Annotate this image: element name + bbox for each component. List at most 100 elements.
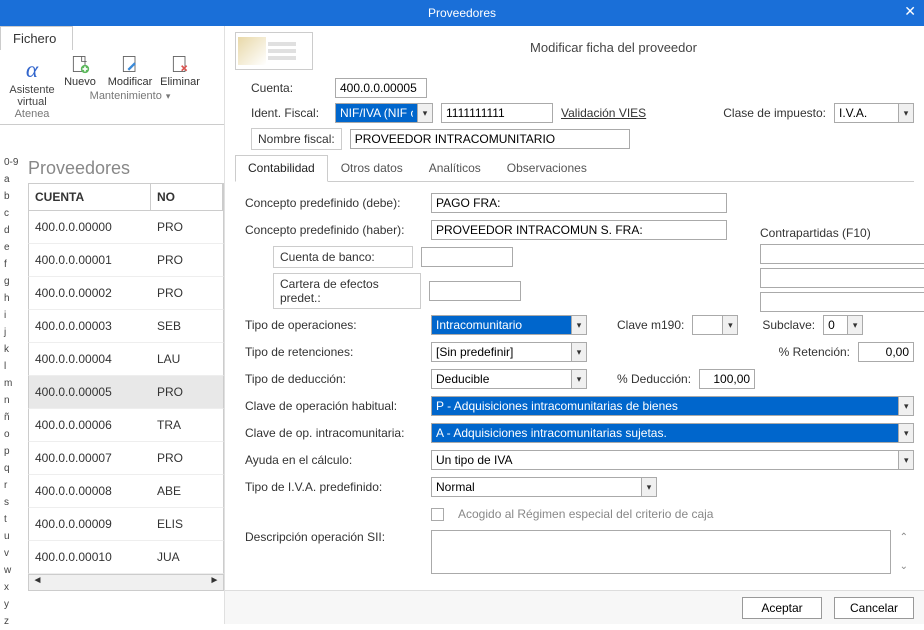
cartera-input[interactable] xyxy=(429,281,521,301)
alpha-g[interactable]: g xyxy=(4,273,24,290)
scroll-right-icon[interactable]: ► xyxy=(206,575,223,590)
table-row[interactable]: 400.0.0.00010JUA xyxy=(28,541,224,574)
alpha-c[interactable]: c xyxy=(4,205,24,222)
assistant-virtual-button[interactable]: α Asistente virtual Atenea xyxy=(8,54,56,120)
clave-hab-input[interactable] xyxy=(431,396,898,416)
alpha-w[interactable]: w xyxy=(4,562,24,579)
clave-intra-input[interactable] xyxy=(431,423,898,443)
chevron-down-icon[interactable]: ▾ xyxy=(641,477,657,497)
idfiscal-input[interactable] xyxy=(441,103,553,123)
alpha-a[interactable]: a xyxy=(4,171,24,188)
alpha-d[interactable]: d xyxy=(4,222,24,239)
pct-ded-input[interactable] xyxy=(699,369,755,389)
chevron-down-icon[interactable]: ▾ xyxy=(571,369,587,389)
alpha-b[interactable]: b xyxy=(4,188,24,205)
file-tab[interactable]: Fichero xyxy=(0,26,73,50)
cancel-button[interactable]: Cancelar xyxy=(834,597,914,619)
tipo-ded-combo[interactable]: ▾ xyxy=(431,369,587,389)
clave190-input[interactable] xyxy=(692,315,722,335)
alpha-p[interactable]: p xyxy=(4,443,24,460)
chevron-down-icon[interactable]: ▾ xyxy=(898,423,914,443)
tipo-op-input[interactable] xyxy=(431,315,571,335)
alpha-f[interactable]: f xyxy=(4,256,24,273)
logo-thumbnail[interactable] xyxy=(235,32,313,70)
chevron-down-icon[interactable]: ▾ xyxy=(166,91,171,101)
close-icon[interactable]: ✕ xyxy=(904,3,916,20)
chevron-down-icon[interactable]: ▾ xyxy=(898,450,914,470)
alpha-l[interactable]: l xyxy=(4,358,24,375)
scroll-left-icon[interactable]: ◄ xyxy=(29,575,46,590)
alpha-t[interactable]: t xyxy=(4,511,24,528)
ayuda-input[interactable] xyxy=(431,450,898,470)
table-row[interactable]: 400.0.0.00008ABE xyxy=(28,475,224,508)
cartera-label[interactable]: Cartera de efectos predet.: xyxy=(273,273,421,309)
subclave-combo[interactable]: ▾ xyxy=(823,315,863,335)
chevron-down-icon[interactable]: ▾ xyxy=(722,315,738,335)
new-button[interactable]: Nuevo xyxy=(56,54,104,88)
chevron-down-icon[interactable]: ▾ xyxy=(898,103,914,123)
concepto-haber-input[interactable] xyxy=(431,220,727,240)
tipo-iva-combo[interactable]: ▾ xyxy=(431,477,657,497)
col-cuenta[interactable]: CUENTA xyxy=(29,184,151,210)
clase-imp-combo[interactable]: ▾ xyxy=(834,103,914,123)
alpha-o[interactable]: o xyxy=(4,426,24,443)
alpha-0-9[interactable]: 0-9 xyxy=(4,154,24,171)
chevron-down-icon[interactable]: ▾ xyxy=(847,315,863,335)
alpha-e[interactable]: e xyxy=(4,239,24,256)
idfiscal-type-combo[interactable]: ▾ xyxy=(335,103,433,123)
alpha-v[interactable]: v xyxy=(4,545,24,562)
alpha-k[interactable]: k xyxy=(4,341,24,358)
subclave-input[interactable] xyxy=(823,315,847,335)
table-row[interactable]: 400.0.0.00007PRO xyxy=(28,442,224,475)
tipo-ret-combo[interactable]: ▾ xyxy=(431,342,587,362)
delete-button[interactable]: Eliminar xyxy=(156,54,204,88)
nombre-fiscal-input[interactable] xyxy=(350,129,630,149)
concepto-debe-input[interactable] xyxy=(431,193,727,213)
tipo-op-combo[interactable]: ▾ xyxy=(431,315,587,335)
nombre-fiscal-label[interactable]: Nombre fiscal: xyxy=(251,128,342,150)
contrap-input-2[interactable] xyxy=(760,268,924,288)
table-row[interactable]: 400.0.0.00004LAU xyxy=(28,343,224,376)
tab-observaciones[interactable]: Observaciones xyxy=(494,155,600,181)
edit-button[interactable]: Modificar xyxy=(106,54,154,88)
alpha-x[interactable]: x xyxy=(4,579,24,596)
alpha-y[interactable]: y xyxy=(4,596,24,613)
desc-sii-textarea[interactable] xyxy=(431,530,891,574)
clave190-combo[interactable]: ▾ xyxy=(692,315,738,335)
clase-imp-input[interactable] xyxy=(834,103,898,123)
alpha-i[interactable]: i xyxy=(4,307,24,324)
clave-intra-combo[interactable]: ▾ xyxy=(431,423,914,443)
alpha-z[interactable]: z xyxy=(4,613,24,630)
contrap-input-3[interactable] xyxy=(760,292,924,312)
table-row[interactable]: 400.0.0.00001PRO xyxy=(28,244,224,277)
table-row[interactable]: 400.0.0.00002PRO xyxy=(28,277,224,310)
tipo-iva-input[interactable] xyxy=(431,477,641,497)
alpha-r[interactable]: r xyxy=(4,477,24,494)
alpha-m[interactable]: m xyxy=(4,375,24,392)
alpha-ñ[interactable]: ñ xyxy=(4,409,24,426)
table-row[interactable]: 400.0.0.00005PRO xyxy=(28,376,224,409)
idfiscal-type-input[interactable] xyxy=(335,103,417,123)
scroll-up-icon[interactable]: ⌃ xyxy=(900,532,908,543)
cuenta-input[interactable] xyxy=(335,78,427,98)
alpha-j[interactable]: j xyxy=(4,324,24,341)
alpha-s[interactable]: s xyxy=(4,494,24,511)
alpha-n[interactable]: n xyxy=(4,392,24,409)
alpha-h[interactable]: h xyxy=(4,290,24,307)
ayuda-combo[interactable]: ▾ xyxy=(431,450,914,470)
chevron-down-icon[interactable]: ▾ xyxy=(898,396,914,416)
col-nombre[interactable]: NO xyxy=(151,184,223,210)
chevron-down-icon[interactable]: ▾ xyxy=(417,103,433,123)
alpha-q[interactable]: q xyxy=(4,460,24,477)
scroll-down-icon[interactable]: ⌄ xyxy=(900,561,908,572)
criterio-caja-checkbox[interactable] xyxy=(431,508,444,521)
alpha-u[interactable]: u xyxy=(4,528,24,545)
table-row[interactable]: 400.0.0.00003SEB xyxy=(28,310,224,343)
clave-hab-combo[interactable]: ▾ xyxy=(431,396,914,416)
vies-link[interactable]: Validación VIES xyxy=(561,106,646,120)
table-row[interactable]: 400.0.0.00009ELIS xyxy=(28,508,224,541)
cuenta-banco-label[interactable]: Cuenta de banco: xyxy=(273,246,413,268)
tab-analiticos[interactable]: Analíticos xyxy=(416,155,494,181)
table-row[interactable]: 400.0.0.00000PRO xyxy=(28,211,224,244)
chevron-down-icon[interactable]: ▾ xyxy=(571,315,587,335)
